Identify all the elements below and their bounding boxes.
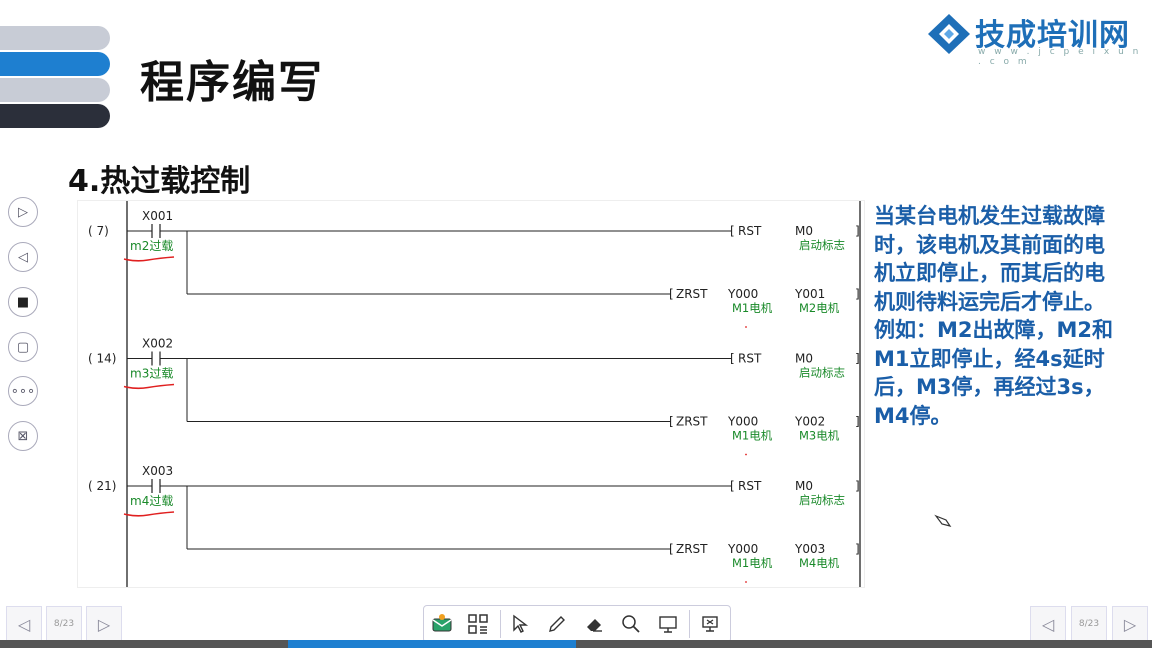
rung-1-zrst-bracket: [	[669, 287, 674, 301]
play-next-icon[interactable]: ▷	[8, 197, 38, 227]
next-page-button-right[interactable]: ▷	[1112, 606, 1148, 642]
rung-2-zrst-device-2-comment: M3电机	[799, 429, 840, 443]
ladder-svg: ( 7)X001m2过载[RST M0启动标志][ZRST Y000M1电机Y001…	[88, 201, 861, 587]
rung-3-zrst-bracket: [	[669, 542, 674, 556]
rung-1-zrst-device-2-comment: M2电机	[799, 301, 840, 315]
rung-3-zrst-device-1: Y000	[727, 542, 758, 556]
rung-2-rst-bracket: [	[730, 352, 735, 366]
page-title: 程序编写	[140, 57, 324, 108]
logo-icon	[928, 14, 970, 54]
eraser-icon[interactable]: ■	[8, 287, 38, 317]
rung-1-rst-instruction: RST	[738, 224, 762, 238]
rung-3-rst-instruction: RST	[738, 479, 762, 493]
rung-2-zrst-device-1: Y000	[727, 415, 758, 429]
progress-track	[0, 640, 1152, 648]
exit-icon[interactable]: ⊠	[8, 421, 38, 451]
rung-1-zrst-instruction: ZRST	[676, 287, 708, 301]
ladder-diagram: ( 7) X001 m2过载[RST M0 启动标志][ZRST Y000 M1电机 Y001…	[77, 200, 865, 588]
rung-3-zrst-device-2-comment: M4电机	[799, 556, 840, 570]
rung-1-contact-address: X001	[142, 209, 173, 223]
rung-3-zrst-instruction: ZRST	[676, 542, 708, 556]
rung-3-annotation-underline	[123, 511, 175, 517]
rung-3-zrst-bracket-close: ]	[855, 542, 860, 556]
section-title: 4.热过载控制	[68, 164, 251, 199]
rung-3-step-number: ( 21)	[88, 479, 116, 493]
rung-3-rst-bracket-close: ]	[855, 479, 860, 493]
eraser-icon[interactable]	[578, 608, 610, 640]
rung-2-zrst-device-1-comment: M1电机	[732, 429, 773, 443]
rung-2-zrst-instruction: ZRST	[676, 415, 708, 429]
screen-icon[interactable]	[652, 608, 684, 640]
rung-2-zrst-device-2: Y002	[794, 415, 825, 429]
rung-3-annotation-dot	[745, 581, 747, 583]
zoom-icon[interactable]	[615, 608, 647, 640]
deco-bar-2	[0, 52, 110, 76]
rung-2-zrst-bracket-close: ]	[855, 415, 860, 429]
description-text: 当某台电机发生过载故障时，该电机及其前面的电机立即停止，而其后的电机则待料运完后…	[874, 204, 1114, 428]
presentation-icon[interactable]	[694, 608, 726, 640]
rung-1-rst-device-comment: 启动标志	[799, 238, 845, 252]
deco-bar-1	[0, 26, 110, 50]
deco-bar-3	[0, 78, 110, 102]
rung-1-rst-bracket: [	[730, 224, 735, 238]
prev-page-button[interactable]: ◁	[6, 606, 42, 642]
grid-icon[interactable]	[462, 608, 494, 640]
pen-icon[interactable]	[541, 608, 573, 640]
rung-1-zrst-device-2: Y001	[794, 287, 825, 301]
rung-3-rst-bracket: [	[730, 479, 735, 493]
rung-1-zrst-device-1: Y000	[727, 287, 758, 301]
toolbar-divider	[500, 610, 501, 638]
rung-1-contact-comment: m2过载	[130, 239, 173, 253]
page-indicator-left: 8/23	[46, 606, 82, 642]
rung-2-contact-comment: m3过载	[130, 367, 173, 381]
rung-1-rst-device: M0	[795, 224, 813, 238]
prev-page-button-right[interactable]: ◁	[1030, 606, 1066, 642]
bottom-toolbar	[423, 605, 731, 643]
rung-1-annotation-underline	[123, 256, 175, 262]
deco-bar-4	[0, 104, 110, 128]
rung-1-annotation-dot	[745, 326, 747, 328]
toolbar-divider-2	[689, 610, 690, 638]
rung-1-zrst-bracket-close: ]	[855, 287, 860, 301]
mail-icon[interactable]	[426, 608, 458, 640]
rung-2-rst-instruction: RST	[738, 352, 762, 366]
more-icon[interactable]: ∘∘∘	[8, 376, 38, 406]
screen-select-icon[interactable]: ▢	[8, 332, 38, 362]
next-page-button[interactable]: ▷	[86, 606, 122, 642]
rung-1-step-number: ( 7)	[88, 224, 109, 238]
rung-2-annotation-dot	[745, 453, 747, 456]
rung-2-rst-device-comment: 启动标志	[799, 366, 845, 380]
logo-url: w w w . j c p e i x u n . c o m	[978, 47, 1142, 67]
pen-cursor-icon	[934, 514, 952, 527]
rung-2-step-number: ( 14)	[88, 352, 116, 366]
rung-2-rst-bracket-close: ]	[855, 352, 860, 366]
rung-3-contact-comment: m4过载	[130, 494, 173, 508]
rung-1-zrst-device-1-comment: M1电机	[732, 301, 773, 315]
pointer-icon[interactable]	[504, 608, 536, 640]
rung-3-zrst-device-1-comment: M1电机	[732, 556, 773, 570]
rung-2-zrst-bracket: [	[669, 415, 674, 429]
page-indicator-right: 8/23	[1071, 606, 1107, 642]
rung-3-zrst-device-2: Y003	[794, 542, 825, 556]
rung-2-annotation-underline	[123, 383, 175, 390]
progress-fill	[288, 640, 576, 648]
rung-3-contact-address: X003	[142, 464, 173, 478]
rung-2-rst-device: M0	[795, 352, 813, 366]
rung-1-rst-bracket-close: ]	[855, 224, 860, 238]
play-prev-icon[interactable]: ◁	[8, 242, 38, 272]
rung-2-contact-address: X002	[142, 337, 173, 351]
rung-3-rst-device: M0	[795, 479, 813, 493]
rung-3-rst-device-comment: 启动标志	[799, 493, 845, 507]
